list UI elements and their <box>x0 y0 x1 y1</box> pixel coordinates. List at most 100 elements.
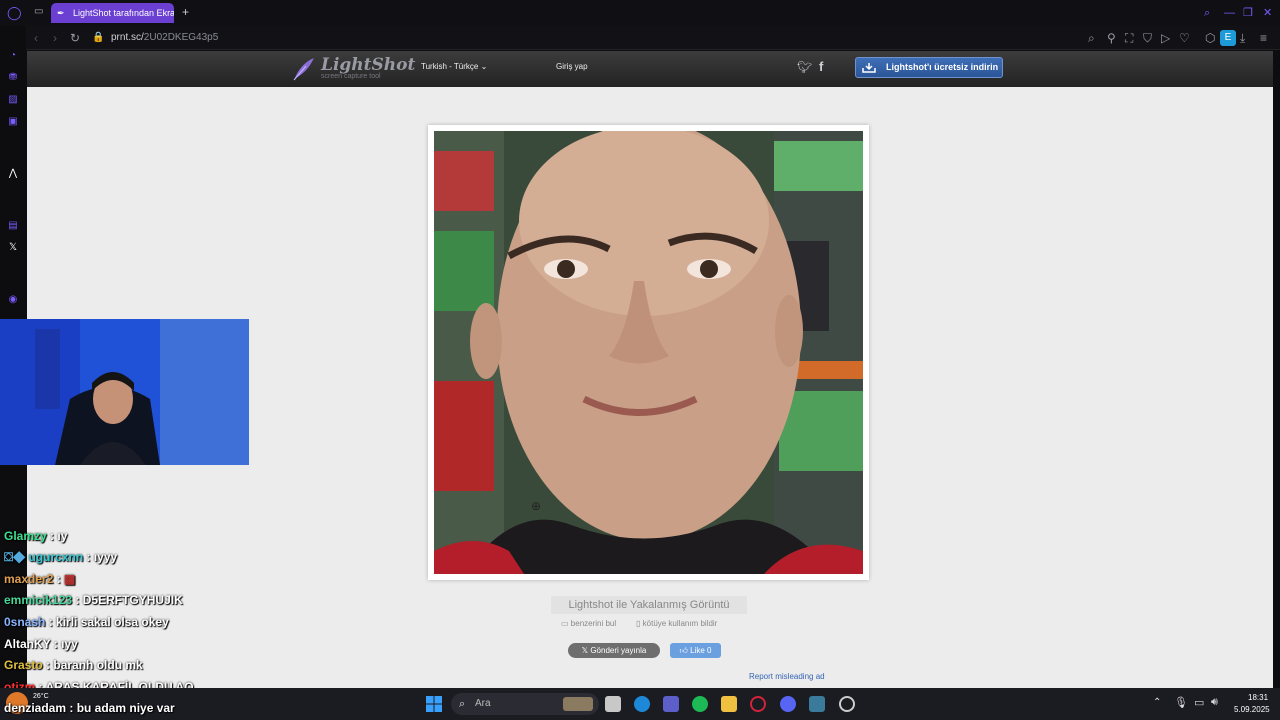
lightshot-logo[interactable]: LightShot <box>321 55 415 75</box>
url-domain: prnt.sc/ <box>111 32 144 43</box>
report-abuse-link[interactable]: ▯ kötüye kullanım bildir <box>636 619 717 628</box>
tab-lightshot[interactable]: ✒ LightShot tarafından Ekran <box>51 3 174 23</box>
chat-message: denziadam : bu adam niye var <box>4 701 175 715</box>
snapshot-icon[interactable]: ⛶ <box>1125 31 1133 45</box>
chat-username: AltanKY <box>4 637 51 651</box>
chat-username: Grasto <box>4 658 43 672</box>
search-placeholder: Ara <box>475 698 491 709</box>
tab-list-icon[interactable]: ▭ <box>34 6 43 17</box>
windows-start-icon[interactable] <box>426 696 442 712</box>
chat-message: AltanKY : ıyy <box>4 637 78 651</box>
app-icon[interactable]: ⋀ <box>7 168 19 180</box>
heart-icon[interactable]: ♡ <box>1179 31 1190 45</box>
thumbs-up-icon: 👍︎ <box>679 646 688 655</box>
tweet-button[interactable]: 𝕏 Gönderi yayınla <box>568 643 660 658</box>
clock-date[interactable]: 5.09.2025 <box>1234 705 1270 714</box>
aria-icon[interactable]: ◔ <box>7 50 19 62</box>
chat-message: maxder2 : ▩ <box>4 572 76 586</box>
tab-title: LightShot tarafından Ekran <box>73 8 174 18</box>
discord-icon[interactable] <box>780 696 796 712</box>
screenshot-image[interactable] <box>434 131 863 574</box>
menu-icon[interactable]: ≡ <box>1260 31 1267 45</box>
zoom-cursor-icon: ⊕ <box>531 499 542 513</box>
profile-avatar[interactable]: E <box>1220 30 1236 46</box>
chat-text: ıyyy <box>93 550 118 564</box>
opera-gx-icon[interactable] <box>750 696 766 712</box>
shield-icon[interactable]: ⛉ <box>1143 31 1152 45</box>
steam-icon[interactable] <box>839 696 855 712</box>
browser-tab-bar: ◯ ▭ ✒ LightShot tarafından Ekran + ⌕ — ❐… <box>0 0 1280 26</box>
tweet-label: Gönderi yayınla <box>590 646 647 655</box>
flag-icon: ▯ <box>636 619 641 628</box>
close-icon[interactable]: ✕ <box>1263 6 1272 20</box>
chevron-up-icon[interactable]: ⌃ <box>1153 697 1161 708</box>
app-icon[interactable] <box>809 696 825 712</box>
back-icon[interactable]: ‹ <box>34 31 38 45</box>
login-link[interactable]: Giriş yap <box>556 62 588 71</box>
chat-text: bu adam niye var <box>76 701 175 715</box>
webcam-overlay <box>0 319 249 465</box>
pin-icon[interactable]: ⚲ <box>1107 31 1116 45</box>
chat-text: ıy <box>57 529 68 543</box>
language-selector[interactable]: Turkish - Türkçe ⌄ <box>421 62 487 71</box>
spotify-icon[interactable] <box>692 696 708 712</box>
facebook-icon[interactable]: f <box>819 59 823 74</box>
edge-icon[interactable] <box>634 696 650 712</box>
temperature: 26°C <box>33 693 49 700</box>
messenger-icon[interactable]: ▣ <box>7 116 19 128</box>
download-label: Lightshot'ı ücretsiz indirin <box>886 62 999 72</box>
maximize-icon[interactable]: ❐ <box>1243 6 1253 20</box>
browser-sidebar: ◔ ⛃ ▨ ▣ ⋀ ▤ 𝕏 ◉ <box>0 26 26 326</box>
find-similar-label: benzerini bul <box>570 619 617 628</box>
twitch-icon[interactable]: ▤ <box>7 220 19 232</box>
address-bar: ‹ › ↻ 🔒 prnt.sc/2U02DKEG43p5 ⌕ ⚲ ⛶ ⛉ ▷ ♡… <box>26 26 1280 50</box>
download-tray-icon <box>862 63 876 73</box>
chat-text: D5ERFTGYHUJIK <box>82 593 183 607</box>
facebook-like-button[interactable]: 👍︎ Like 0 <box>670 643 721 658</box>
url-field[interactable]: prnt.sc/2U02DKEG43p5 <box>111 30 218 46</box>
chat-message: Glamzy : ıy <box>4 529 68 543</box>
find-similar-link[interactable]: ▭ benzerini bul <box>561 619 616 628</box>
reload-icon[interactable]: ↻ <box>70 31 80 45</box>
taskbar-search[interactable]: ⌕ Ara <box>451 693 599 715</box>
emote-icon: ▩ <box>64 572 76 586</box>
search-tabs-icon[interactable]: ⌕ <box>1204 6 1210 20</box>
lock-icon: 🔒 <box>92 32 105 43</box>
report-ad-link[interactable]: Report misleading ad <box>749 672 825 681</box>
minimize-icon[interactable]: — <box>1224 6 1235 20</box>
x-icon[interactable]: 𝕏 <box>7 242 19 254</box>
new-tab-button[interactable]: + <box>182 5 189 19</box>
windows-taskbar: 26°C denziadam : bu adam niye var ⌕ Ara … <box>0 688 1280 720</box>
play-icon[interactable]: ▷ <box>1161 31 1170 45</box>
task-view-icon[interactable] <box>605 696 621 712</box>
chat-message: Grasto : baranh oldu mk <box>4 658 143 672</box>
opera-logo-icon[interactable]: ◯ <box>7 6 22 20</box>
download-icon[interactable]: ⤓ <box>1240 31 1245 45</box>
logo-subtitle: screen capture tool <box>321 73 381 80</box>
crypto-wallet-icon[interactable]: ⛃ <box>7 72 19 84</box>
volume-icon[interactable]: 🔊︎ <box>1211 696 1218 709</box>
chat-username: maxder2 <box>4 572 54 586</box>
chat-text: ıyy <box>61 637 78 651</box>
feather-logo-icon <box>293 58 314 81</box>
workspace-icon[interactable]: ▨ <box>7 94 19 106</box>
language-label: Turkish - Türkçe <box>421 62 479 71</box>
zoom-icon[interactable]: ⌕ <box>1088 31 1095 45</box>
like-label: Like 0 <box>690 646 712 655</box>
extensions-icon[interactable]: ⬡ <box>1205 31 1215 45</box>
teams-icon[interactable] <box>663 696 679 712</box>
twitter-icon[interactable]: 🐦︎ <box>797 60 812 74</box>
monitor-icon[interactable]: ▭ <box>1194 696 1204 709</box>
chat-message: ⛋◆ ugurcxnn : ıyyy <box>4 550 118 564</box>
chat-username: emmicik123 <box>4 593 73 607</box>
chevron-down-icon: ⌄ <box>480 62 488 71</box>
file-explorer-icon[interactable] <box>721 696 737 712</box>
player-icon[interactable]: ◉ <box>7 294 19 306</box>
lightshot-header: LightShot screen capture tool Turkish - … <box>27 51 1273 87</box>
clock-time[interactable]: 18:31 <box>1248 693 1268 702</box>
download-lightshot-button[interactable]: Lightshot'ı ücretsiz indirin <box>855 57 1003 78</box>
forward-icon[interactable]: › <box>53 31 57 45</box>
search-icon: ⌕ <box>459 698 466 710</box>
camera-icon: ▭ <box>561 619 569 628</box>
microphone-icon[interactable]: 🎙︎ <box>1174 696 1188 709</box>
